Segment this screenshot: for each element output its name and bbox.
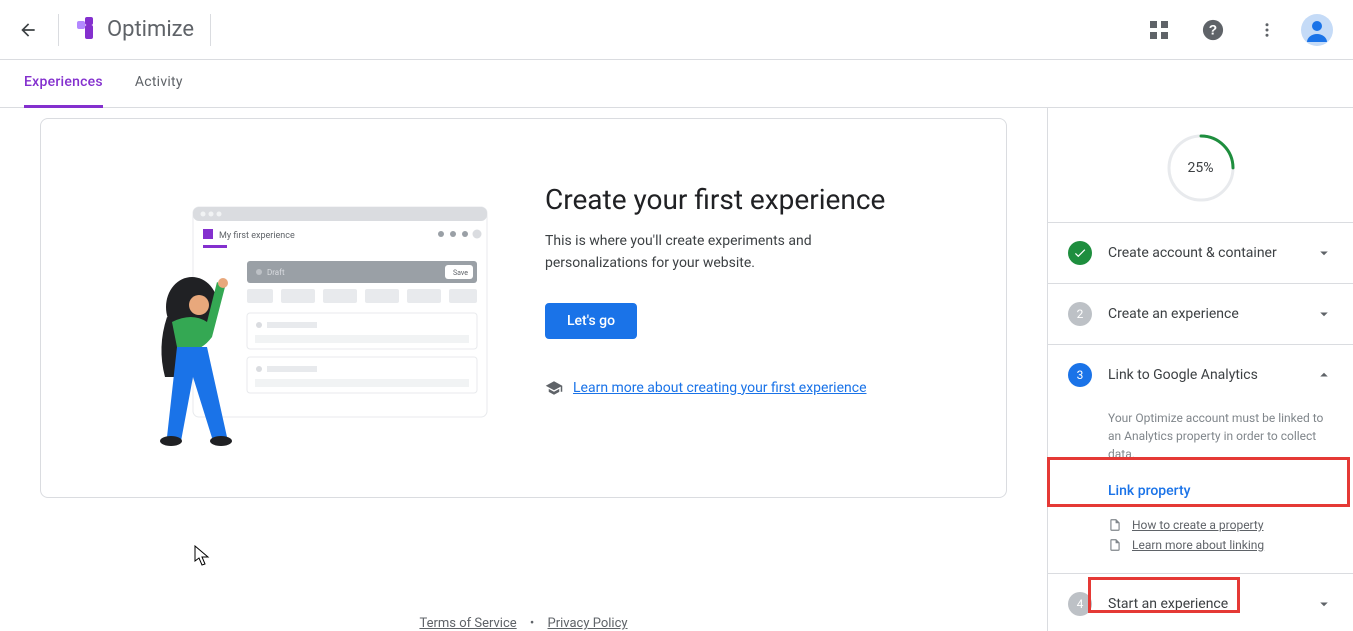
- svg-text:?: ?: [1209, 22, 1217, 37]
- app-title: Optimize: [107, 17, 194, 42]
- help-button[interactable]: ?: [1193, 10, 1233, 50]
- user-icon: [1305, 18, 1329, 42]
- document-icon: [1108, 518, 1122, 532]
- main-content: My first experience Draft Save: [0, 108, 1047, 631]
- hero-title: Create your first experience: [545, 183, 950, 216]
- step-start-experience[interactable]: 4 Start an experience: [1048, 573, 1353, 631]
- header-actions: ?: [1139, 10, 1345, 50]
- step-create-account[interactable]: Create account & container: [1048, 222, 1353, 283]
- terms-link[interactable]: Terms of Service: [419, 616, 516, 631]
- help-create-property-link[interactable]: How to create a property: [1132, 518, 1264, 532]
- chevron-down-icon: [1315, 595, 1333, 613]
- step-number-badge: 2: [1068, 302, 1092, 326]
- optimize-logo-icon: [73, 17, 99, 43]
- header-divider: [58, 14, 59, 46]
- step-description: Your Optimize account must be linked to …: [1108, 409, 1333, 463]
- lets-go-button[interactable]: Let's go: [545, 303, 637, 339]
- step-link-analytics-body: Your Optimize account must be linked to …: [1048, 405, 1353, 573]
- nav-tabs: Experiences Activity: [0, 60, 1353, 108]
- privacy-link[interactable]: Privacy Policy: [548, 616, 628, 631]
- footer-links: Terms of Service • Privacy Policy: [0, 616, 1047, 631]
- step-title: Link to Google Analytics: [1108, 367, 1299, 383]
- step-number-badge: 3: [1068, 363, 1092, 387]
- apps-icon: [1150, 21, 1168, 39]
- app-logo[interactable]: Optimize: [73, 17, 194, 43]
- apps-button[interactable]: [1139, 10, 1179, 50]
- step-create-experience[interactable]: 2 Create an experience: [1048, 283, 1353, 344]
- step-number-badge: 4: [1068, 592, 1092, 616]
- header-divider-2: [210, 14, 211, 46]
- step-title: Start an experience: [1108, 596, 1299, 612]
- tab-experiences[interactable]: Experiences: [24, 60, 103, 108]
- kebab-icon: [1258, 21, 1276, 39]
- school-icon: [545, 379, 563, 397]
- app-header: Optimize ?: [0, 0, 1353, 60]
- link-property-button[interactable]: Link property: [1100, 477, 1198, 505]
- back-button[interactable]: [8, 10, 48, 50]
- account-avatar[interactable]: [1301, 14, 1333, 46]
- progress-percent: 25%: [1165, 132, 1237, 204]
- learn-more-link[interactable]: Learn more about creating your first exp…: [573, 380, 867, 396]
- chevron-down-icon: [1315, 244, 1333, 262]
- hero-card: My first experience Draft Save: [40, 118, 1007, 498]
- help-learn-linking-link[interactable]: Learn more about linking: [1132, 538, 1264, 552]
- help-icon: ?: [1202, 19, 1224, 41]
- step-title: Create an experience: [1108, 306, 1299, 322]
- hero-text: Create your first experience This is whe…: [545, 159, 950, 457]
- step-title: Create account & container: [1108, 245, 1299, 261]
- chevron-up-icon: [1315, 366, 1333, 384]
- tab-activity[interactable]: Activity: [135, 60, 183, 108]
- progress-indicator: 25%: [1048, 108, 1353, 222]
- arrow-left-icon: [18, 20, 38, 40]
- mini-title: My first experience: [219, 231, 295, 241]
- document-icon: [1108, 538, 1122, 552]
- svg-text:Save: Save: [453, 269, 468, 277]
- check-icon: [1068, 241, 1092, 265]
- svg-text:Draft: Draft: [267, 268, 285, 277]
- menu-button[interactable]: [1247, 10, 1287, 50]
- checklist-sidebar: 25% Create account & container 2 Create …: [1047, 108, 1353, 631]
- chevron-down-icon: [1315, 305, 1333, 323]
- hero-subtitle: This is where you'll create experiments …: [545, 230, 905, 275]
- footer-separator: •: [530, 616, 534, 631]
- hero-illustration: My first experience Draft Save: [97, 159, 497, 457]
- step-link-analytics[interactable]: 3 Link to Google Analytics: [1048, 344, 1353, 405]
